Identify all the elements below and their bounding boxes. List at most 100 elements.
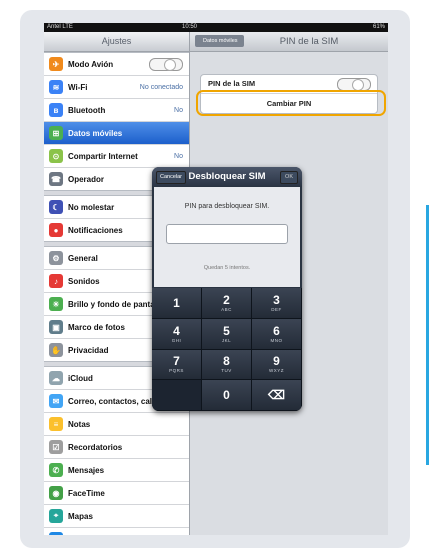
key-letters: ABC <box>221 306 232 312</box>
speaker-icon: ♪ <box>49 274 63 288</box>
sidebar-title: Ajustes <box>44 32 189 52</box>
keypad-key[interactable]: 8 TUV <box>202 349 252 381</box>
keypad-key[interactable]: 5 JKL <box>202 318 252 350</box>
photo-frame-icon: ▣ <box>49 320 63 334</box>
key-letters: GHI <box>171 337 182 343</box>
ipad-screen: Antel LTE 10:50 61% Ajustes ✈ Modo Avión ≋… <box>44 23 388 535</box>
sidebar-item-label: Operador <box>68 174 105 184</box>
sidebar-item[interactable]: ≋ Wi-Fi No conectado <box>44 76 189 99</box>
key-letters: PQRS <box>169 368 184 374</box>
attempts-remaining: Quedan 5 intentos. <box>203 265 251 271</box>
keypad-key[interactable]: 1 <box>152 288 202 319</box>
sidebar-item[interactable]: ◉ FaceTime <box>44 482 189 505</box>
sidebar-item-label: No molestar <box>68 202 115 212</box>
pin-input[interactable] <box>166 224 288 244</box>
reminders-icon: ☑ <box>49 440 63 454</box>
sidebar-item-label: Recordatorios <box>68 442 123 452</box>
sidebar-item-label: Wi-Fi <box>68 82 88 92</box>
airplane-mode-toggle[interactable] <box>149 58 183 71</box>
sidebar-item-label: Sonidos <box>68 276 100 286</box>
carrier-icon: ☎ <box>49 172 63 186</box>
key-digit: 6 <box>273 323 280 338</box>
key-digit: 3 <box>273 292 280 307</box>
sidebar-item-label: Datos móviles <box>68 128 123 138</box>
cloud-icon: ☁ <box>49 371 63 385</box>
page-title: PIN de la SIM <box>279 36 339 47</box>
nav-bar: Datos móviles PIN de la SIM <box>190 32 388 52</box>
key-digit: 5 <box>223 323 230 338</box>
sidebar-item-label: Notas <box>68 419 91 429</box>
key-digit: 8 <box>223 354 230 369</box>
key-letters: JKL <box>221 337 232 343</box>
moon-icon: ☾ <box>49 200 63 214</box>
key-letters: MNO <box>270 337 283 343</box>
compass-icon: ✦ <box>49 532 63 535</box>
keypad-key[interactable]: 6 MNO <box>252 318 302 350</box>
sidebar-item-label: iCloud <box>68 373 93 383</box>
key-digit: 0 <box>223 388 230 403</box>
sidebar-item[interactable]: ⌖ Mapas <box>44 505 189 528</box>
keypad-key[interactable]: 9 WXYZ <box>252 349 302 381</box>
numeric-keypad: 1 2 ABC 3 DEF 4 GHI 5 JKL 6 MNO 7 PQRS 8 TUV 9 WXYZ 0 ⌫ <box>152 288 302 411</box>
keypad-key[interactable]: 3 DEF <box>252 288 302 319</box>
sidebar-item-label: Privacidad <box>68 345 109 355</box>
sidebar-item-value: No <box>174 106 183 114</box>
sidebar-item[interactable]: ⊙ Compartir Internet No <box>44 145 189 168</box>
carrier-label: Antel LTE <box>47 24 73 30</box>
sidebar-item[interactable]: ✆ Mensajes <box>44 459 189 482</box>
dialog-header: Cancelar Desbloquear SIM OK <box>152 167 302 186</box>
facetime-icon: ◉ <box>49 486 63 500</box>
keypad-key[interactable]: 2 ABC <box>202 288 252 319</box>
cellular-icon: ⊞ <box>49 126 63 140</box>
mail-icon: ✉ <box>49 394 63 408</box>
ok-button[interactable]: OK <box>280 171 298 184</box>
status-bar: Antel LTE 10:50 61% <box>44 23 388 32</box>
sidebar-item-label: Compartir Internet <box>68 151 138 161</box>
key-digit: 1 <box>173 295 180 310</box>
sidebar-item-label: Modo Avión <box>68 59 114 69</box>
notes-icon: ≡ <box>49 417 63 431</box>
sidebar-item-label: Marco de fotos <box>68 322 125 332</box>
sidebar-item-label: General <box>68 253 98 263</box>
sidebar-item-label: FaceTime <box>68 488 105 498</box>
highlight-ring <box>196 90 386 116</box>
hotspot-icon: ⊙ <box>49 149 63 163</box>
bluetooth-icon: ʙ <box>49 103 63 117</box>
wifi-icon: ≋ <box>49 80 63 94</box>
keypad-key[interactable]: 7 PQRS <box>152 349 202 381</box>
sidebar-item-label: Safari <box>68 535 90 536</box>
sidebar-item[interactable]: ⊞ Datos móviles <box>44 122 189 145</box>
sidebar-item[interactable]: ʙ Bluetooth No <box>44 99 189 122</box>
key-digit: 7 <box>173 354 180 369</box>
key-letters: WXYZ <box>269 368 284 374</box>
sidebar-item[interactable]: ≡ Notas <box>44 413 189 436</box>
key-digit: 2 <box>223 292 230 307</box>
sidebar-item-value: No <box>174 152 183 160</box>
brightness-icon: ☀ <box>49 297 63 311</box>
sim-pin-label: PIN de la SIM <box>208 79 256 88</box>
notifications-icon: ● <box>49 223 63 237</box>
backspace-key[interactable]: ⌫ <box>252 380 302 411</box>
dialog-prompt: PIN para desbloquear SIM. <box>184 203 270 210</box>
sidebar-item[interactable]: ☑ Recordatorios <box>44 436 189 459</box>
key-digit: 9 <box>273 354 280 369</box>
hand-icon: ✋ <box>49 343 63 357</box>
sidebar-item-label: Brillo y fondo de pantalla <box>68 299 164 309</box>
sidebar-item-label: Bluetooth <box>68 105 106 115</box>
keypad-key[interactable]: 0 <box>202 380 252 411</box>
sidebar-item-value: No conectado <box>139 83 183 91</box>
sidebar-item-label: Mensajes <box>68 465 105 475</box>
sidebar-item-label: Mapas <box>68 511 93 521</box>
key-letters: TUV <box>221 368 232 374</box>
sidebar-item-label: Notificaciones <box>68 225 123 235</box>
keypad-key[interactable]: 4 GHI <box>152 318 202 350</box>
maps-icon: ⌖ <box>49 509 63 523</box>
messages-icon: ✆ <box>49 463 63 477</box>
sidebar-item[interactable]: ✈ Modo Avión <box>44 53 189 76</box>
sidebar-item[interactable]: ✦ Safari <box>44 528 189 535</box>
key-digit: 4 <box>173 323 180 338</box>
gear-icon: ⚙ <box>49 251 63 265</box>
dialog-body: PIN para desbloquear SIM. Quedan 5 inten… <box>154 187 300 287</box>
unlock-sim-dialog: Cancelar Desbloquear SIM OK PIN para des… <box>152 167 302 411</box>
clock: 10:50 <box>182 24 198 30</box>
